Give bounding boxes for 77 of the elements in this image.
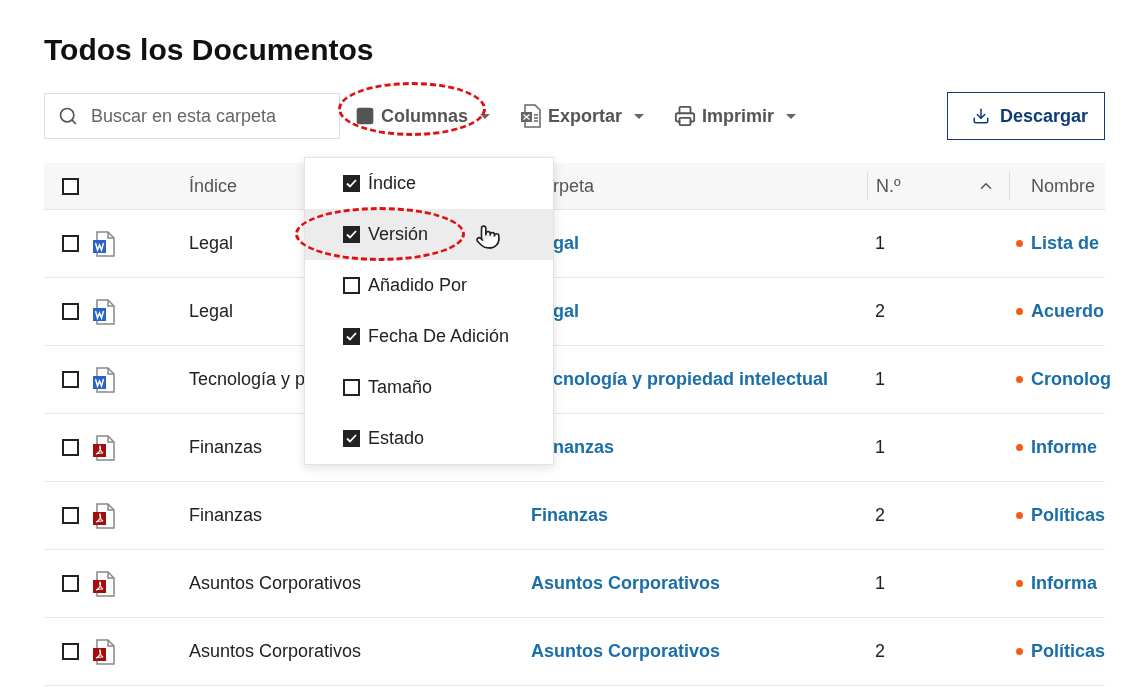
index-text: Tecnología y p [189,369,306,390]
number-text: 1 [875,573,885,594]
option-label: Añadido Por [368,275,468,296]
column-option[interactable]: Índice [305,158,553,209]
checkbox[interactable] [343,430,360,447]
checkbox[interactable] [62,575,79,592]
document-link[interactable]: Cronolog [1031,369,1111,390]
column-option[interactable]: Fecha De Adición [305,311,553,362]
number-text: 1 [875,437,885,458]
document-link[interactable]: Políticas [1031,505,1106,526]
checkbox[interactable] [343,328,360,345]
option-label: Índice [368,173,417,194]
column-option[interactable]: Estado [305,413,553,464]
column-header[interactable]: N.º [867,172,1010,200]
column-option[interactable]: Añadido Por [305,260,553,311]
document-link[interactable]: Informa [1031,573,1097,594]
number-text: 1 [875,233,885,254]
checkbox[interactable] [62,235,79,252]
index-text: Legal [189,301,234,322]
index-text: Asuntos Corporativos [189,641,362,662]
folder-link[interactable]: cnología y propiedad intelectual [553,369,829,390]
folder-link[interactable]: Asuntos Corporativos [531,641,721,662]
download-button[interactable]: Descargar [946,92,1105,140]
checkbox[interactable] [343,379,360,396]
download-icon [971,107,990,125]
search-field[interactable]: Buscar en esta carpeta [44,93,340,139]
page-title: Todos los Documentos [44,32,374,68]
option-label: Versión [368,224,429,245]
checkbox[interactable] [62,507,79,524]
caret-icon [634,113,645,119]
option-label: Tamaño [368,377,433,398]
index-text: Asuntos Corporativos [189,573,362,594]
index-text: Legal [189,233,234,254]
caret-icon [480,113,490,119]
checkmark-icon [346,230,357,239]
column-option[interactable]: Versión [305,209,553,260]
index-text: Finanzas [189,437,263,458]
checkbox[interactable] [62,177,79,195]
folder-link[interactable]: Finanzas [531,505,609,526]
printer-icon [674,105,697,127]
checkmark-icon [346,179,357,188]
folder-link[interactable]: gal [553,301,579,322]
document-link[interactable]: Políticas [1031,641,1106,662]
column-header[interactable]: Índice [189,175,238,197]
number-text: 2 [875,301,885,322]
checkbox[interactable] [343,277,360,294]
column-header[interactable]: Nombre [1031,175,1096,197]
caret-icon [786,113,797,119]
option-label: Fecha De Adición [368,326,510,347]
checkmark-icon [346,332,357,341]
search-icon [58,106,78,126]
document-link[interactable]: Lista de [1031,233,1100,254]
checkmark-icon [346,434,357,443]
index-text: Finanzas [189,505,263,526]
folder-link[interactable]: gal [553,233,579,254]
spreadsheet-icon [520,104,542,128]
column-option[interactable]: Tamaño [305,362,553,413]
print-menu-button[interactable]: Imprimir [674,105,797,127]
option-label: Estado [368,428,425,449]
checkbox[interactable] [62,439,79,456]
number-text: 1 [875,369,885,390]
number-text: 2 [875,641,885,662]
document-link[interactable]: Informe [1031,437,1097,458]
checkbox[interactable] [343,175,360,192]
checkbox[interactable] [62,303,79,320]
checkbox[interactable] [62,371,79,388]
hand-cursor-icon [475,224,501,250]
document-link[interactable]: Acuerdo [1031,301,1104,322]
number-text: 2 [875,505,885,526]
checkbox[interactable] [343,226,360,243]
column-header[interactable]: rpeta [553,175,595,197]
folder-link[interactable]: nanzas [553,437,615,458]
columns-menu-button[interactable]: Columnas [355,105,490,127]
checkbox[interactable] [62,643,79,660]
column-label: N.º [876,175,901,197]
export-menu-button[interactable]: Exportar [520,104,645,128]
folder-link[interactable]: Asuntos Corporativos [531,573,721,594]
